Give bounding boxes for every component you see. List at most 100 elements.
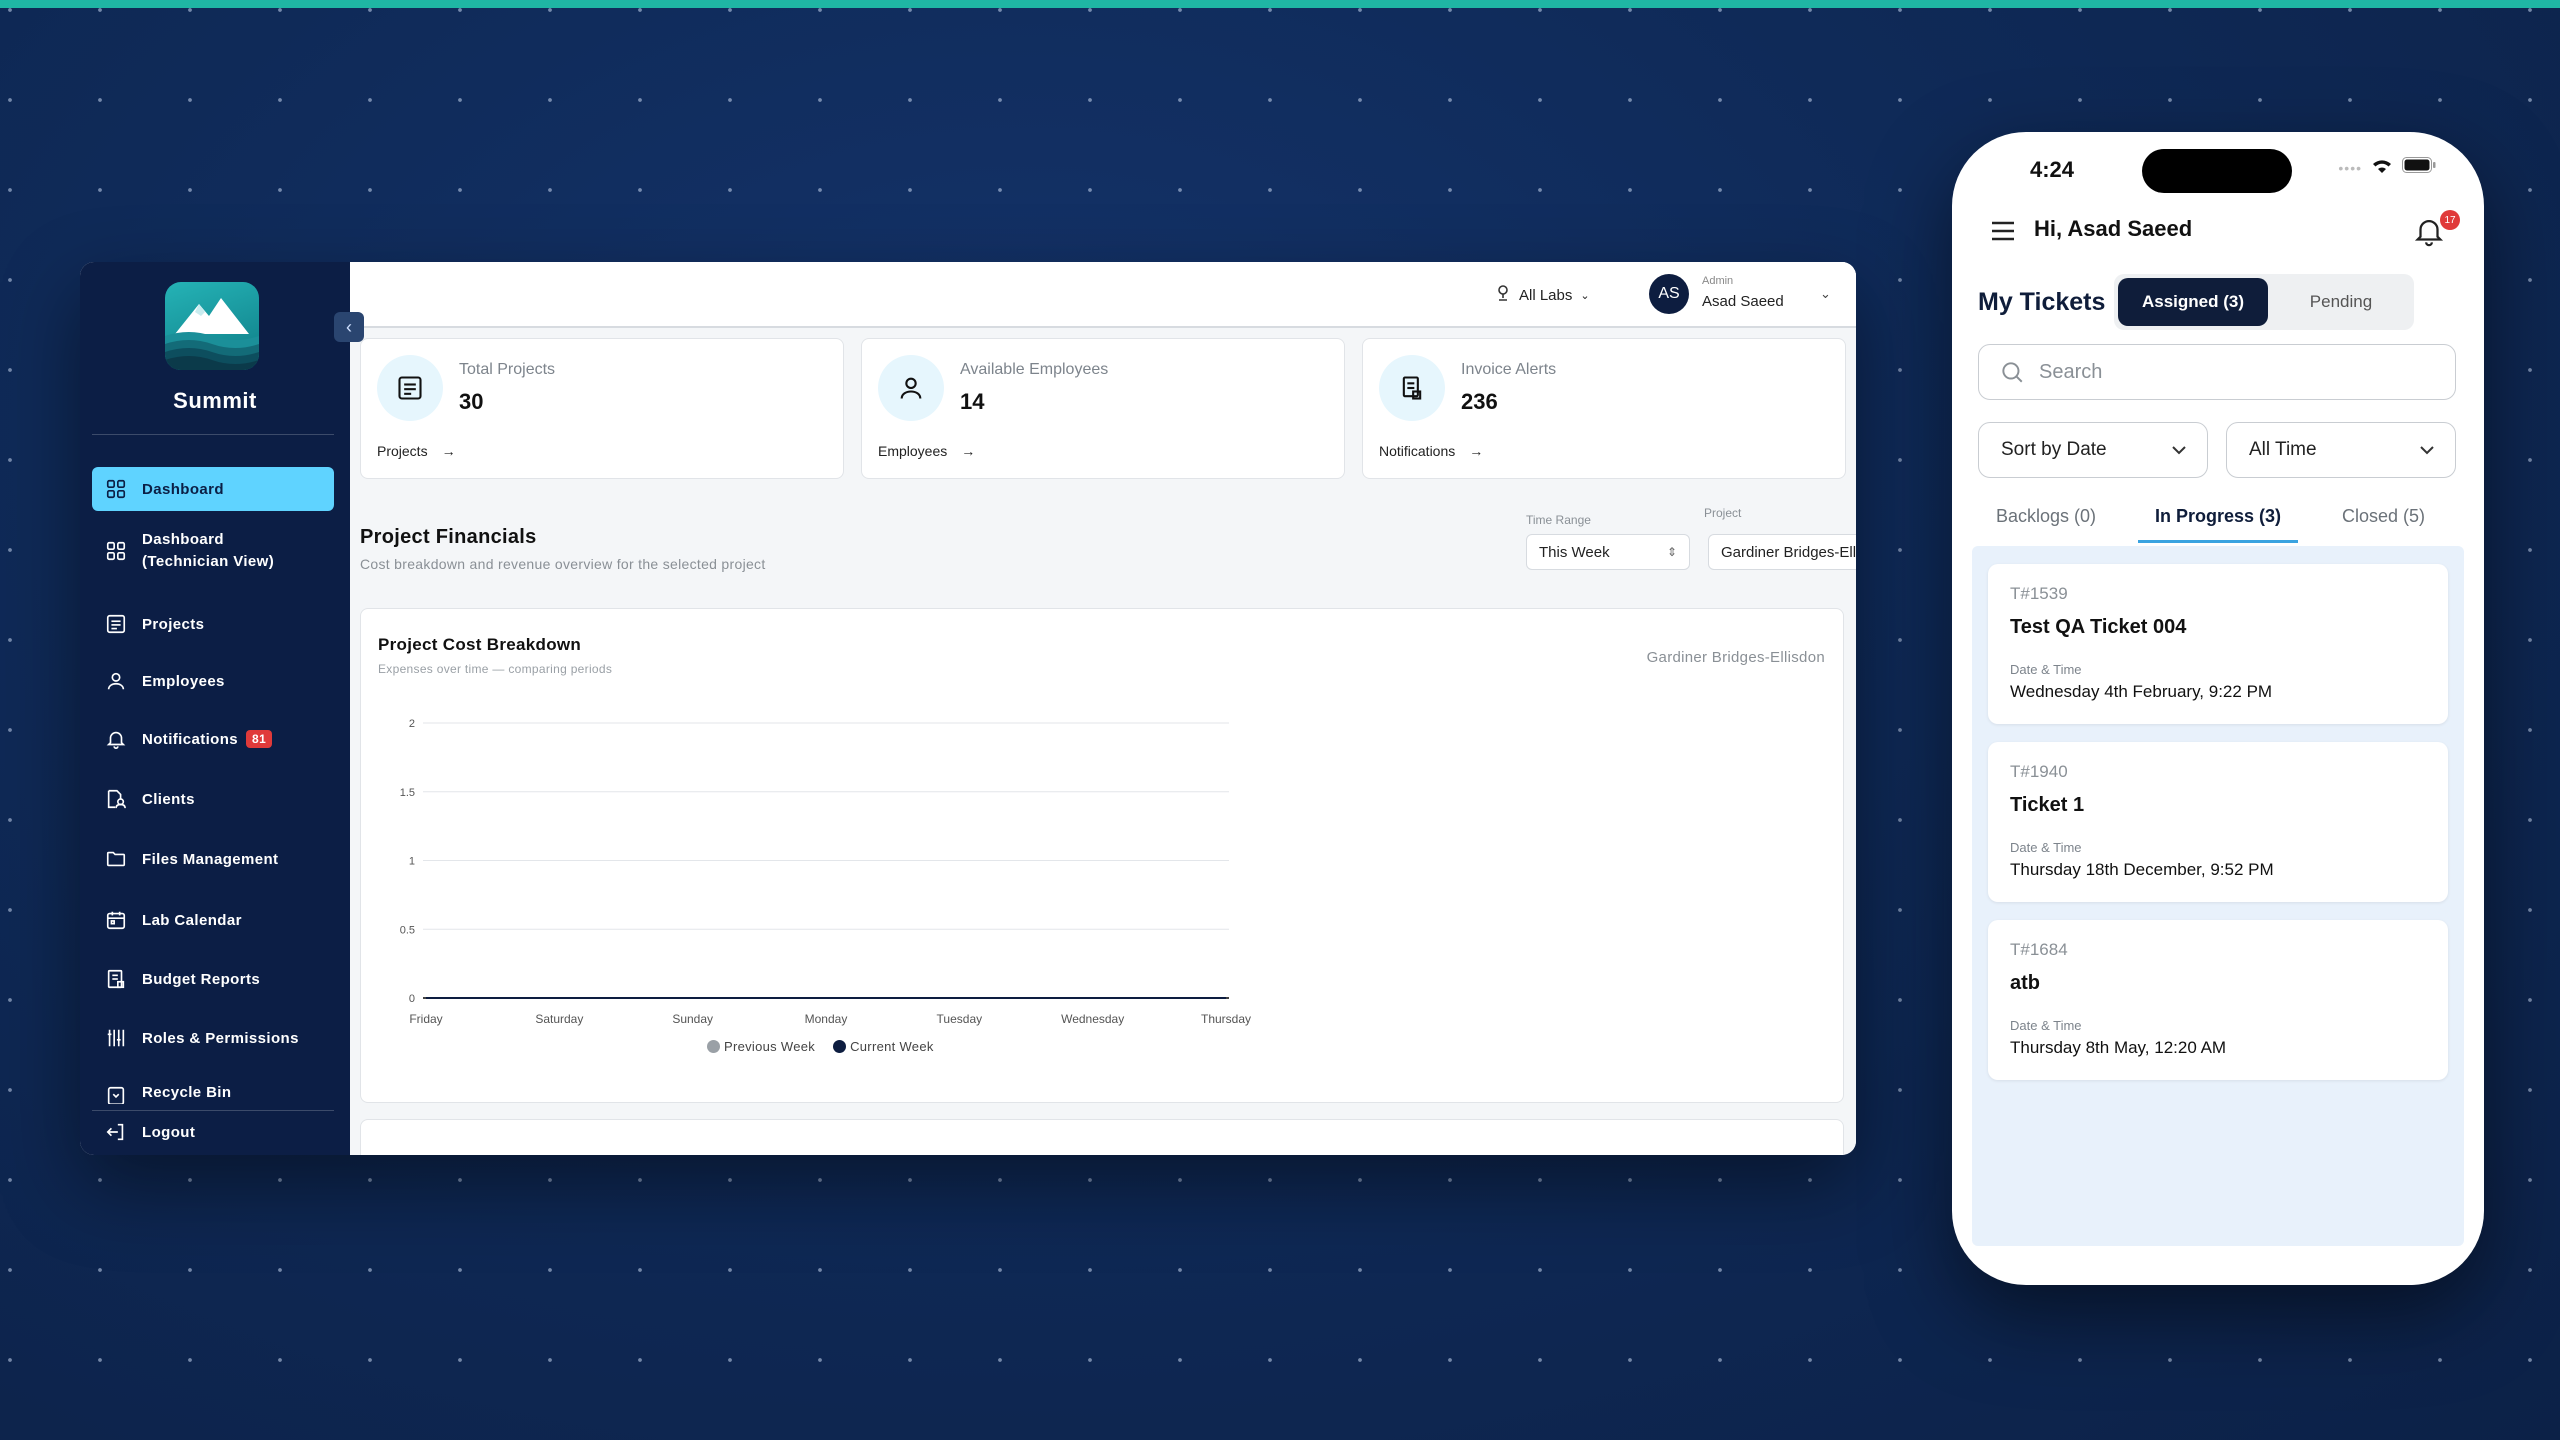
ticket-card[interactable]: T#1684 atb Date & Time Thursday 8th May,…: [1988, 920, 2448, 1080]
active-tab-underline: [2138, 540, 2298, 543]
legend-label: Current Week: [850, 1039, 934, 1054]
ticket-title: Test QA Ticket 004: [2010, 616, 2187, 638]
stat-link-label: Projects: [377, 443, 428, 459]
employees-link[interactable]: Employees →: [878, 443, 975, 459]
notification-badge: 17: [2440, 210, 2460, 230]
project-label: Project: [1704, 506, 1742, 520]
topbar: All Labs ⌄ AS Admin Asad Saeed ⌄: [350, 262, 1856, 328]
segment-pending[interactable]: Pending: [2268, 278, 2414, 326]
sidebar-item-projects[interactable]: Projects: [92, 602, 334, 646]
avatar[interactable]: AS: [1649, 274, 1689, 314]
ticket-filter-segment: Assigned (3) Pending: [2114, 274, 2414, 330]
projects-link[interactable]: Projects →: [377, 443, 456, 459]
greeting: Hi, Asad Saeed: [2034, 216, 2193, 241]
page-title: My Tickets: [1978, 288, 2106, 316]
search-placeholder: Search: [2039, 360, 2103, 383]
battery-icon: [2402, 157, 2436, 178]
sidebar-item-label: Files Management: [142, 850, 279, 868]
y-tick-label: 1: [409, 856, 415, 868]
sidebar-item-roles-permissions[interactable]: Roles & Permissions: [92, 1016, 334, 1060]
stat-card-available-employees: Available Employees 14 Employees →: [861, 338, 1345, 479]
sort-select[interactable]: Sort by Date: [1978, 422, 2208, 478]
ticket-title: atb: [2010, 972, 2040, 994]
sidebar-item-employees[interactable]: Employees: [92, 659, 334, 703]
user-menu-chevron-icon[interactable]: ⌄: [1820, 286, 1831, 302]
sidebar-item-lab-calendar[interactable]: Lab Calendar: [92, 898, 334, 942]
summit-logo: [165, 282, 259, 370]
chart-project-name: Gardiner Bridges-Ellisdon: [1646, 649, 1825, 666]
arrow-right-icon: →: [1469, 443, 1484, 459]
sidebar-item-files-management[interactable]: Files Management: [92, 837, 334, 881]
range-value: All Time: [2249, 439, 2317, 460]
ticket-card[interactable]: T#1940 Ticket 1 Date & Time Thursday 18t…: [1988, 742, 2448, 902]
arrow-right-icon: →: [961, 443, 976, 459]
ticket-date: Thursday 18th December, 9:52 PM: [2010, 860, 2274, 879]
calendar-icon: [104, 908, 128, 932]
grid-icon: [104, 477, 128, 501]
clients-icon: [104, 787, 128, 811]
lab-icon: [1495, 284, 1511, 306]
tab-backlogs[interactable]: Backlogs (0): [1996, 506, 2096, 527]
chevron-down-icon: ⌄: [1580, 289, 1590, 302]
ticket-date: Thursday 8th May, 12:20 AM: [2010, 1038, 2227, 1057]
logout-button[interactable]: Logout: [92, 1112, 334, 1152]
folder-icon: [104, 847, 128, 871]
x-tick-label: Friday: [409, 1012, 442, 1026]
main-content: All Labs ⌄ AS Admin Asad Saeed ⌄ Total P…: [350, 262, 1856, 1155]
y-tick-label: 0.5: [400, 924, 415, 936]
sidebar-item-dashboard-technician[interactable]: Dashboard (Technician View): [92, 524, 334, 578]
logout-icon: [104, 1120, 128, 1144]
notifications-count-badge: 81: [246, 730, 273, 748]
legend-item-current-week[interactable]: Current Week: [833, 1039, 934, 1054]
time-range-select[interactable]: All Time: [2226, 422, 2456, 478]
y-tick-label: 2: [409, 718, 415, 730]
sidebar-item-label: Clients: [142, 790, 195, 808]
sidebar-item-label: Dashboard (Technician View): [142, 531, 275, 570]
chevron-down-icon: [2419, 439, 2435, 461]
section-title: Project Financials: [360, 526, 537, 548]
status-icons: ••••: [2338, 156, 2436, 179]
arrow-right-icon: →: [441, 443, 456, 459]
tab-closed[interactable]: Closed (5): [2342, 506, 2425, 527]
sidebar-item-label: Recycle Bin: [142, 1084, 232, 1101]
ticket-date-label: Date & Time: [2010, 1018, 2082, 1033]
notifications-link[interactable]: Notifications →: [1379, 443, 1483, 459]
chart-title: Project Cost Breakdown: [378, 635, 582, 654]
chart-subtitle: Expenses over time — comparing periods: [378, 662, 613, 676]
project-value: Gardiner Bridges-Elli: [1721, 543, 1856, 561]
sidebar-item-budget-reports[interactable]: Budget Reports: [92, 957, 334, 1001]
trash-icon: [104, 1084, 128, 1104]
legend-label: Previous Week: [724, 1039, 816, 1054]
status-time: 4:24: [2030, 157, 2075, 182]
tab-in-progress[interactable]: In Progress (3): [2155, 506, 2281, 527]
sidebar-item-recycle-bin[interactable]: Recycle Bin: [92, 1072, 334, 1104]
stat-card-total-projects: Total Projects 30 Projects →: [360, 338, 844, 479]
legend-dot: [833, 1040, 847, 1053]
x-tick-label: Wednesday: [1061, 1012, 1124, 1026]
legend-item-previous-week[interactable]: Previous Week: [707, 1039, 815, 1054]
ticket-card[interactable]: T#1539 Test QA Ticket 004 Date & Time We…: [1988, 564, 2448, 724]
chart-legend: Previous Week Current Week: [707, 1039, 934, 1054]
bell-icon: [104, 727, 128, 751]
ticket-list: T#1539 Test QA Ticket 004 Date & Time We…: [1972, 546, 2464, 1246]
sidebar-item-clients[interactable]: Clients: [92, 777, 334, 821]
sidebar-collapse-button[interactable]: ‹: [334, 312, 364, 342]
person-icon: [104, 669, 128, 693]
search-input[interactable]: Search: [1978, 344, 2456, 400]
ticket-id: T#1684: [2010, 940, 2068, 959]
sidebar: Summit Dashboard Dashboard (Technician V…: [80, 262, 350, 1155]
segment-assigned[interactable]: Assigned (3): [2118, 278, 2268, 326]
project-select[interactable]: Gardiner Bridges-Elli ⌄: [1708, 534, 1856, 570]
person-icon: [878, 355, 944, 421]
time-range-select[interactable]: This Week ⇕: [1526, 534, 1690, 570]
sidebar-item-notifications[interactable]: Notifications 81: [92, 717, 334, 761]
sidebar-item-label: Dashboard: [142, 480, 224, 498]
legend-dot: [707, 1040, 720, 1053]
ticket-id: T#1940: [2010, 762, 2068, 781]
stat-label: Invoice Alerts: [1461, 361, 1557, 378]
sidebar-item-dashboard[interactable]: Dashboard: [92, 467, 334, 511]
labs-selector[interactable]: All Labs ⌄: [1495, 284, 1590, 306]
hamburger-menu-icon[interactable]: [1990, 220, 2016, 247]
sidebar-item-label: Projects: [142, 615, 205, 633]
logout-label: Logout: [142, 1123, 196, 1141]
